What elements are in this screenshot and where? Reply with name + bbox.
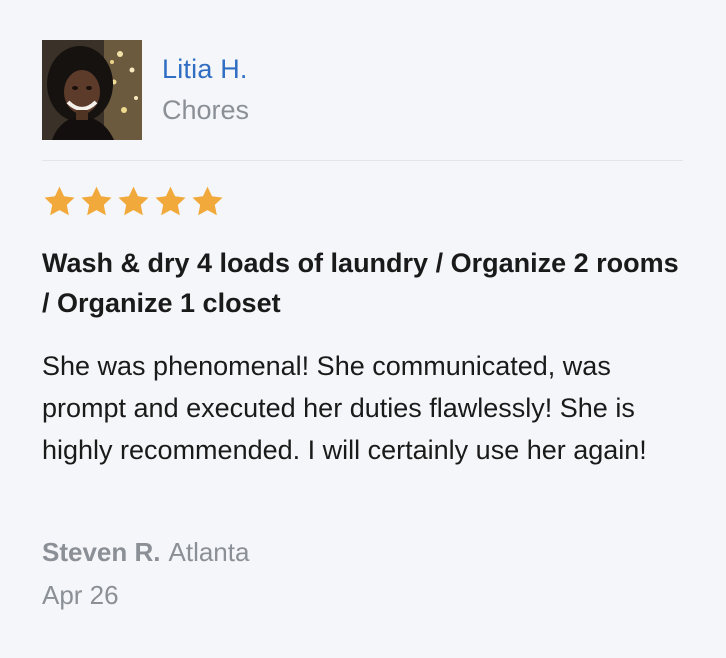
review-date: Apr 26 [42, 580, 119, 610]
star-icon [44, 186, 75, 216]
tasker-name-link[interactable]: Litia H. [162, 54, 248, 85]
star-rating [42, 184, 225, 220]
review-card: Litia H. Chores Wash & dry 4 loads of la… [0, 0, 726, 658]
star-icon [118, 186, 149, 216]
reviewer-location: Atlanta [168, 537, 250, 567]
star-icon [155, 186, 186, 216]
star-icon [81, 186, 112, 216]
star-icon [192, 186, 223, 216]
tasker-category: Chores [162, 95, 250, 125]
reviewer-info: Steven R. Atlanta [42, 537, 249, 568]
tasker-avatar[interactable] [42, 40, 142, 140]
tasker-photo [42, 40, 142, 140]
review-body: She was phenomenal! She communicated, wa… [42, 351, 647, 465]
reviewer-name: Steven R. [42, 537, 161, 567]
review-title: Wash & dry 4 loads of laundry / Organize… [42, 248, 679, 318]
divider [42, 160, 683, 161]
